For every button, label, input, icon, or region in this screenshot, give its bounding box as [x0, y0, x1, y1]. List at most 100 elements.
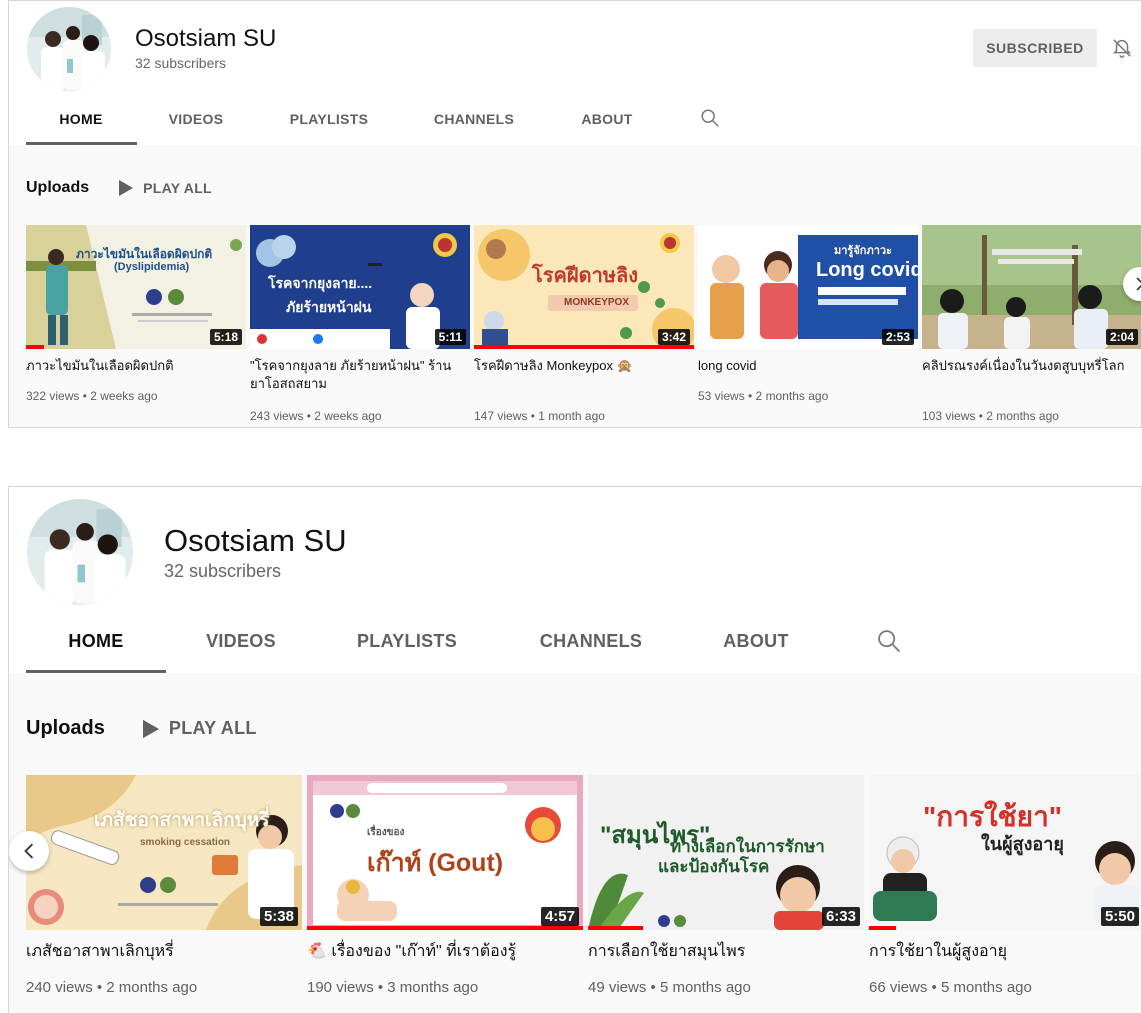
tab-videos[interactable]: VIDEOS	[141, 111, 251, 127]
subscriber-count: 32 subscribers	[135, 55, 227, 71]
video-duration: 6:33	[821, 907, 860, 926]
video-thumbnail[interactable]: ภาวะไขมันในเลือดผิดปกติ (Dyslipidemia) 5…	[26, 225, 246, 349]
video-thumbnail[interactable]: "สมุนไพร" ทางเลือกในการรักษา และป้องกันโ…	[588, 775, 864, 930]
active-tab-underline	[26, 670, 166, 673]
video-meta: 243 views • 2 weeks ago	[250, 409, 382, 423]
video-thumbnail[interactable]: 2:04	[922, 225, 1141, 349]
channel-tabs: HOME VIDEOS PLAYLISTS CHANNELS ABOUT	[9, 611, 1141, 673]
tab-home[interactable]: HOME	[26, 111, 136, 127]
video-card[interactable]: ภาวะไขมันในเลือดผิดปกติ (Dyslipidemia) 5…	[26, 225, 246, 425]
play-icon	[142, 719, 159, 738]
video-meta: 190 views • 3 months ago	[307, 979, 479, 996]
thumbnail-subtitle-2-text: และป้องกันโรค	[658, 857, 770, 876]
video-meta: 66 views • 5 months ago	[869, 979, 1032, 996]
play-all-button[interactable]: PLAY ALL	[119, 180, 212, 196]
video-duration: 2:53	[881, 329, 914, 345]
thumbnail-subtitle-text: ในผู้สูงอายุ	[981, 834, 1064, 854]
video-card[interactable]: มารู้จักภาวะ Long covid 2:53 long covid …	[698, 225, 918, 425]
video-card[interactable]: "สมุนไพร" ทางเลือกในการรักษา และป้องกันโ…	[588, 775, 864, 1013]
uploads-section-header: Uploads PLAY ALL	[26, 179, 212, 197]
tab-channels[interactable]: CHANNELS	[521, 631, 661, 652]
thumbnail-title-text: โรคจากยุงลาย....	[268, 275, 373, 291]
watch-progress-bar	[307, 926, 583, 930]
play-all-label: PLAY ALL	[168, 718, 257, 738]
channel-avatar[interactable]	[27, 7, 111, 91]
video-thumbnail[interactable]: เรื่องของ เก๊าท์ (Gout) 4:57	[307, 775, 583, 930]
uploads-title[interactable]: Uploads	[26, 179, 89, 197]
subscriber-count: 32 subscribers	[164, 561, 282, 581]
tab-home[interactable]: HOME	[26, 631, 166, 652]
video-card[interactable]: โรคจากยุงลาย.... ภัยร้ายหน้าฝน 5:11 "โรค…	[250, 225, 470, 425]
play-icon	[119, 180, 134, 196]
video-title[interactable]: ภาวะไขมันในเลือดผิดปกติ	[26, 357, 241, 375]
play-all-label: PLAY ALL	[143, 180, 212, 196]
video-thumbnail[interactable]: "การใช้ยา" ในผู้สูงอายุ 5:50	[869, 775, 1141, 930]
video-meta: 322 views • 2 weeks ago	[26, 389, 158, 403]
video-card[interactable]: เภสัชอาสาพาเลิกบุหรี่ smoking cessation …	[26, 775, 302, 1013]
thumbnail-subtitle-text: มารู้จักภาวะ	[834, 245, 892, 257]
video-duration: 2:04	[1105, 329, 1138, 345]
search-icon[interactable]	[699, 107, 721, 134]
chevron-right-icon	[1136, 277, 1141, 291]
watch-progress-bar	[588, 926, 644, 930]
channel-name: Osotsiam SU	[135, 25, 277, 52]
watch-progress-bar	[869, 926, 897, 930]
video-thumbnail[interactable]: โรคจากยุงลาย.... ภัยร้ายหน้าฝน 5:11	[250, 225, 470, 349]
video-card[interactable]: โรคฝีดาษลิง MONKEYPOX 3:42 โรคฝีดาษลิง M…	[474, 225, 694, 425]
video-title[interactable]: คลิปรณรงค์เนื่องในวันงดสูบบุหรี่โลก	[922, 357, 1137, 375]
thumbnail-subtitle-text: (Dyslipidemia)	[114, 261, 190, 273]
notification-bell-icon[interactable]	[1111, 37, 1133, 64]
play-all-button[interactable]: PLAY ALL	[142, 718, 257, 739]
tab-videos[interactable]: VIDEOS	[171, 631, 311, 652]
video-thumbnail[interactable]: มารู้จักภาวะ Long covid 2:53	[698, 225, 918, 349]
channel-panel-small: Osotsiam SU 32 subscribers SUBSCRIBED HO…	[8, 0, 1142, 428]
thumbnail-subtitle-text: เรื่องของ	[367, 827, 405, 838]
tab-playlists[interactable]: PLAYLISTS	[337, 631, 477, 652]
watch-progress-bar	[474, 345, 694, 349]
tab-about[interactable]: ABOUT	[552, 111, 662, 127]
video-duration: 3:42	[657, 329, 690, 345]
channel-avatar[interactable]	[27, 499, 133, 605]
thumbnail-title-text: โรคฝีดาษลิง	[532, 265, 639, 287]
video-duration: 5:50	[1100, 907, 1139, 926]
uploads-section-header: Uploads PLAY ALL	[26, 717, 257, 740]
carousel-previous-button[interactable]	[9, 831, 49, 871]
video-thumbnail[interactable]: เภสัชอาสาพาเลิกบุหรี่ smoking cessation …	[26, 775, 302, 930]
video-title[interactable]: การเลือกใช้ยาสมุนไพร	[588, 941, 858, 963]
thumbnail-subtitle-text: smoking cessation	[140, 837, 231, 848]
channel-header: Osotsiam SU 32 subscribers HOME VIDEOS P…	[9, 487, 1141, 673]
video-title[interactable]: โรคฝีดาษลิง Monkeypox 🙊	[474, 357, 654, 375]
subscribed-button[interactable]: SUBSCRIBED	[973, 29, 1097, 67]
video-duration: 5:38	[259, 907, 298, 926]
thumbnail-subtitle-text: MONKEYPOX	[564, 297, 630, 308]
thumbnail-title-text: เก๊าท์ (Gout)	[367, 849, 504, 877]
video-card[interactable]: 2:04 คลิปรณรงค์เนื่องในวันงดสูบบุหรี่โลก…	[922, 225, 1141, 425]
active-tab-underline	[26, 142, 137, 145]
video-card[interactable]: "การใช้ยา" ในผู้สูงอายุ 5:50 การใช้ยาในผ…	[869, 775, 1141, 1013]
video-title[interactable]: เภสัชอาสาพาเลิกบุหรี่	[26, 941, 296, 963]
thumbnail-title-text: เภสัชอาสาพาเลิกบุหรี่	[94, 810, 270, 831]
channel-name: Osotsiam SU	[164, 523, 347, 558]
channel-header: Osotsiam SU 32 subscribers SUBSCRIBED HO…	[9, 1, 1141, 145]
search-icon[interactable]	[875, 627, 903, 660]
video-title[interactable]: การใช้ยาในผู้สูงอายุ	[869, 941, 1139, 963]
tab-channels[interactable]: CHANNELS	[419, 111, 529, 127]
channel-panel-large: Osotsiam SU 32 subscribers HOME VIDEOS P…	[8, 486, 1142, 1013]
video-meta: 103 views • 2 months ago	[922, 409, 1059, 423]
video-thumbnail[interactable]: โรคฝีดาษลิง MONKEYPOX 3:42	[474, 225, 694, 349]
video-title[interactable]: "โรคจากยุงลาย ภัยร้ายหน้าฝน" ร้านยาโอสถส…	[250, 357, 465, 393]
video-duration: 5:18	[209, 329, 242, 345]
uploads-title[interactable]: Uploads	[26, 717, 105, 740]
video-title[interactable]: long covid	[698, 357, 913, 375]
watch-progress-bar	[26, 345, 44, 349]
thumbnail-title-text: Long covid	[816, 259, 918, 281]
video-meta: 240 views • 2 months ago	[26, 979, 198, 996]
tab-about[interactable]: ABOUT	[686, 631, 826, 652]
video-title[interactable]: 🐔 เรื่องของ "เก๊าท์" ที่เราต้องรู้	[307, 941, 577, 963]
channel-tabs: HOME VIDEOS PLAYLISTS CHANNELS ABOUT	[9, 97, 1141, 145]
video-meta: 147 views • 1 month ago	[474, 409, 605, 423]
video-card[interactable]: เรื่องของ เก๊าท์ (Gout) 4:57 🐔 เรื่องของ…	[307, 775, 583, 1013]
video-duration: 4:57	[540, 907, 579, 926]
video-meta: 53 views • 2 months ago	[698, 389, 829, 403]
tab-playlists[interactable]: PLAYLISTS	[274, 111, 384, 127]
